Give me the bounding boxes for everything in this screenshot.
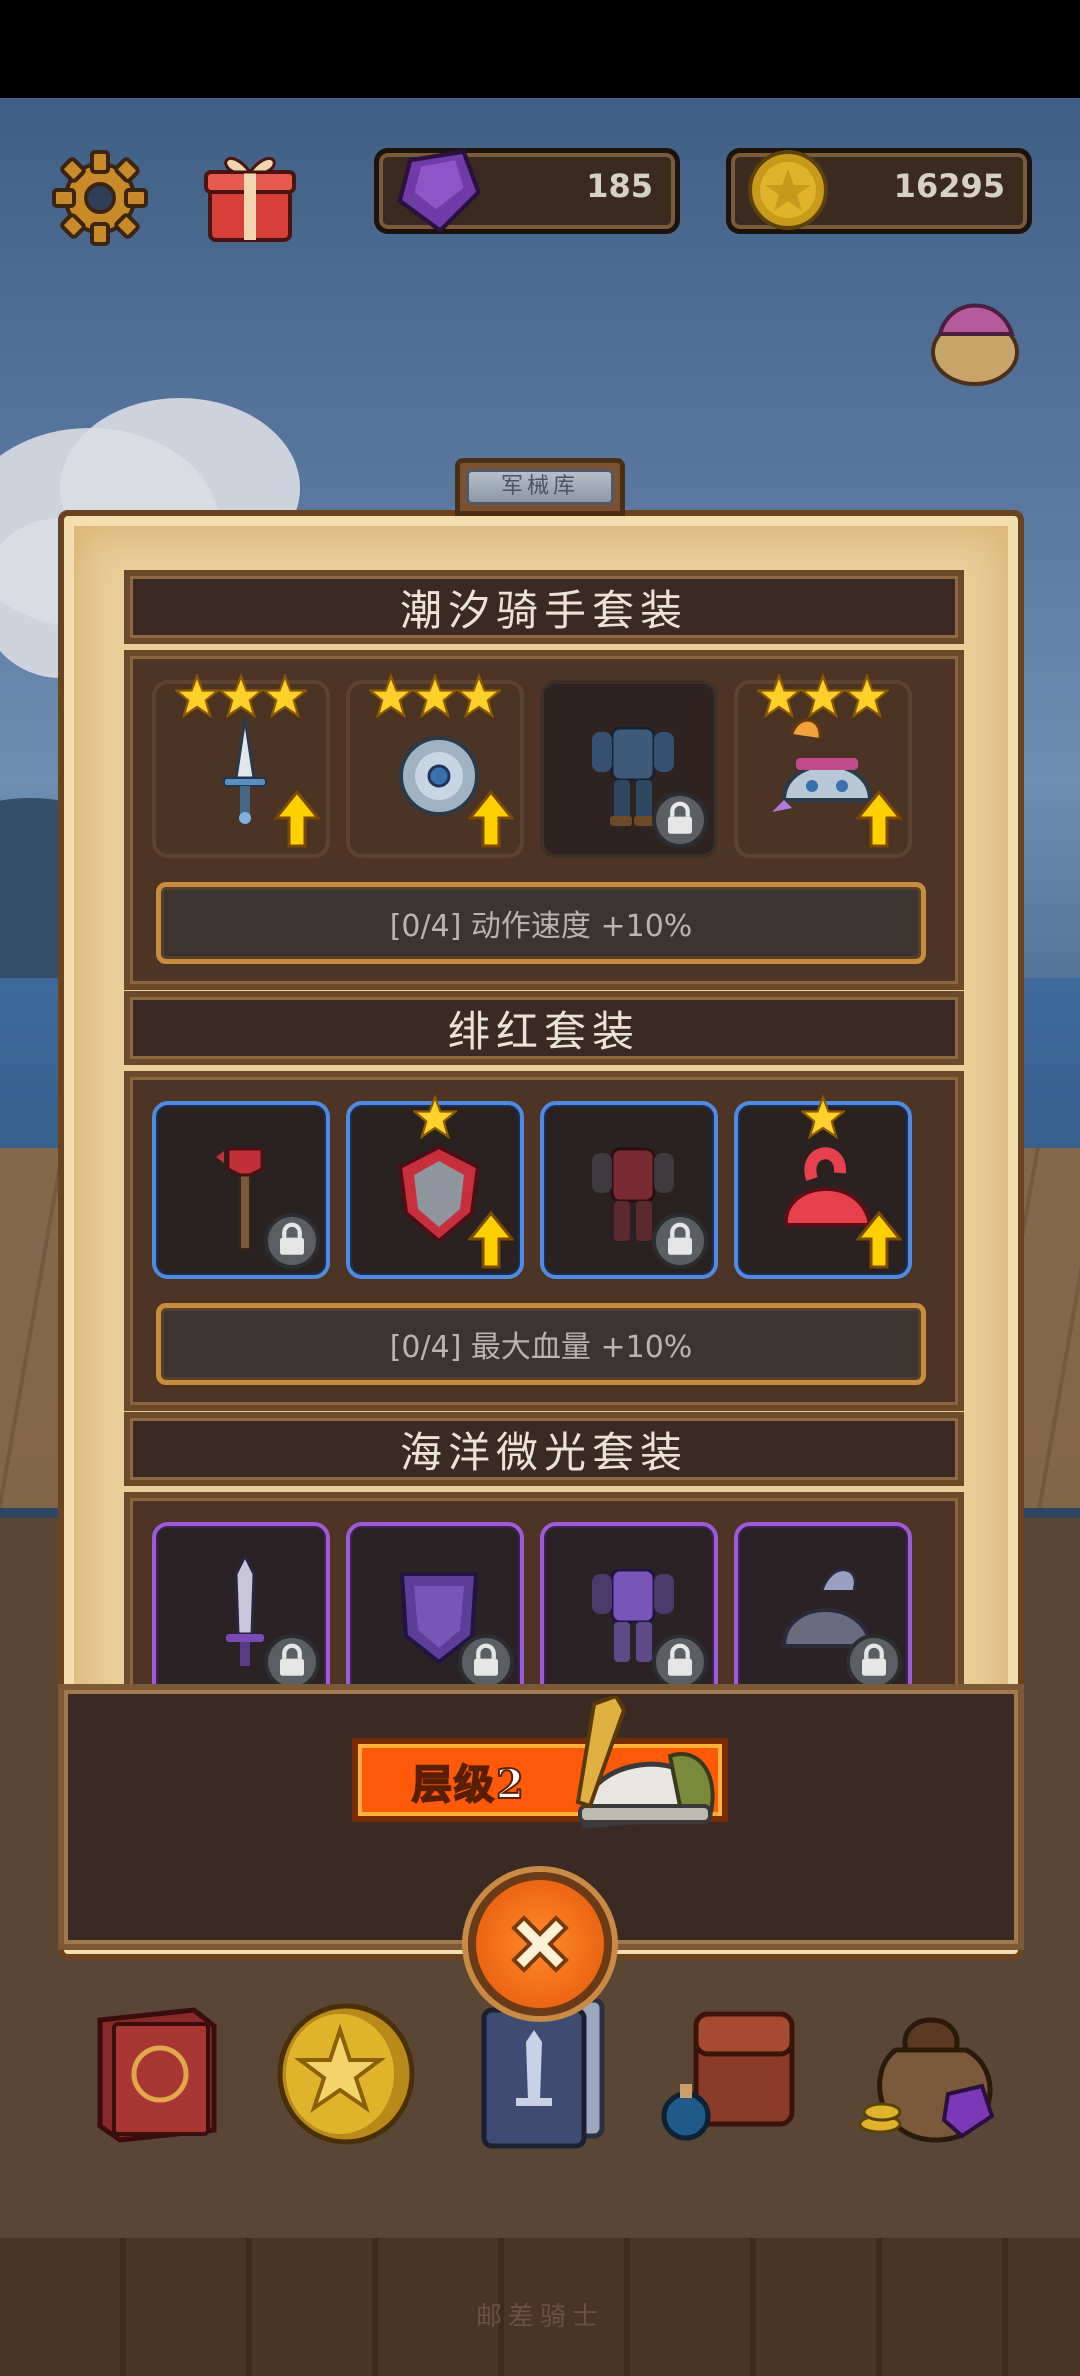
nav-star-coin-button[interactable] xyxy=(270,1990,420,2150)
coin-count: 16295 xyxy=(893,167,1005,205)
equipment-slot-armor[interactable] xyxy=(540,680,718,858)
equipment-slot-weapon[interactable] xyxy=(152,1101,330,1279)
equipment-slot-armor[interactable] xyxy=(540,1522,718,1700)
gem-count: 185 xyxy=(586,167,653,205)
treasure-bag-icon xyxy=(931,303,1019,386)
set-title-bar: 潮汐骑手套装 xyxy=(124,570,964,644)
gift-icon xyxy=(204,157,296,242)
set-title: 海洋微光套装 xyxy=(399,1427,688,1477)
equipment-set-crimson: 绯红套装 [0/4] 最大血量 +10% xyxy=(124,991,964,1411)
upgrade-arrow-icon xyxy=(466,1210,516,1269)
lock-icon xyxy=(280,1222,304,1255)
status-bar xyxy=(0,0,1080,98)
treasure-bag-button[interactable] xyxy=(920,290,1030,390)
equipment-set-tide-rider: 潮汐骑手套装 [0/4] 动作速度 +10% xyxy=(124,570,964,990)
equipment-slot-armor[interactable] xyxy=(540,1101,718,1279)
nav-book-button[interactable] xyxy=(84,1990,234,2150)
lock-icon xyxy=(668,1222,692,1255)
knight-helmet-icon xyxy=(560,1693,730,1846)
set-bonus-bar: [0/4] 最大血量 +10% xyxy=(156,1303,926,1385)
close-icon xyxy=(511,1915,569,1973)
lock-icon xyxy=(668,1643,692,1676)
gear-icon xyxy=(52,150,148,246)
coin-counter: 16295 xyxy=(726,148,1032,234)
lock-icon xyxy=(280,1643,304,1676)
equipment-slot-shield[interactable] xyxy=(346,673,524,858)
equipment-slot-helmet[interactable] xyxy=(734,673,912,858)
lock-icon xyxy=(668,801,692,834)
set-body: [0/4] 动作速度 +10% xyxy=(124,650,964,990)
footer-title: 邮差骑士 xyxy=(475,2302,604,2332)
upgrade-arrow-icon xyxy=(854,789,904,848)
gift-button[interactable] xyxy=(200,146,300,246)
upgrade-arrow-icon xyxy=(272,789,322,848)
equipment-slot-shield[interactable] xyxy=(346,1522,524,1700)
set-title-bar: 海洋微光套装 xyxy=(124,1412,964,1486)
equipment-slot-shield[interactable] xyxy=(346,1094,524,1279)
set-title: 潮汐骑手套装 xyxy=(399,585,688,635)
nav-loot-button[interactable] xyxy=(856,1990,1006,2150)
loot-bag-icon xyxy=(858,2017,995,2143)
star-coin-icon xyxy=(277,2003,415,2145)
book-icon xyxy=(97,2007,217,2143)
gem-counter: 185 xyxy=(374,148,680,234)
lock-icon xyxy=(862,1643,886,1676)
close-button[interactable] xyxy=(468,1872,612,2016)
settings-button[interactable] xyxy=(50,148,150,248)
armory-tab: 军械库 xyxy=(455,458,625,516)
lock-icon xyxy=(474,1643,498,1676)
coin-icon xyxy=(748,150,828,230)
gem-icon xyxy=(397,149,482,234)
upgrade-arrow-icon xyxy=(854,1210,904,1269)
equipment-slot-weapon[interactable] xyxy=(152,673,330,858)
equipment-slot-helmet[interactable] xyxy=(734,1094,912,1279)
backpack-icon xyxy=(661,2011,795,2141)
equipment-slot-weapon[interactable] xyxy=(152,1522,330,1700)
set-title: 绯红套装 xyxy=(447,1006,640,1056)
nav-backpack-button[interactable] xyxy=(656,1990,816,2150)
equipment-slot-helmet[interactable] xyxy=(734,1522,912,1700)
set-bonus-bar: [0/4] 动作速度 +10% xyxy=(156,882,926,964)
level-label: 层级2 xyxy=(411,1760,526,1809)
upgrade-arrow-icon xyxy=(466,789,516,848)
set-body: [0/4] 最大血量 +10% xyxy=(124,1071,964,1411)
set-title-bar: 绯红套装 xyxy=(124,991,964,1065)
